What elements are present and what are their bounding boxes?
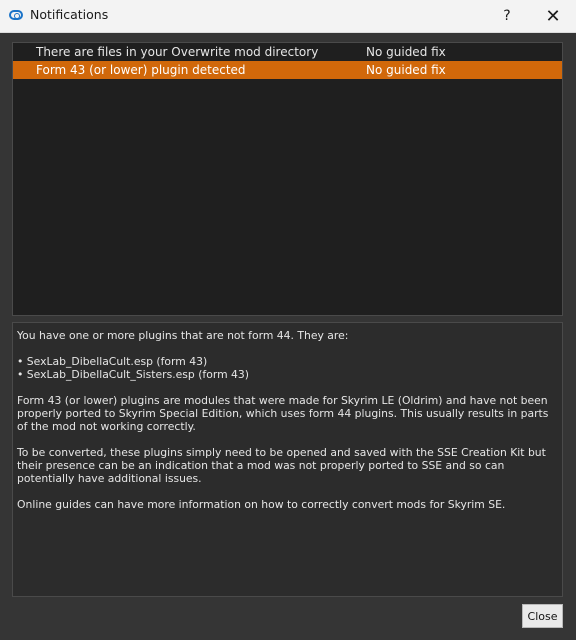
plugin-item: • SexLab_DibellaCult.esp (form 43): [17, 355, 208, 368]
notification-fix: No guided fix: [366, 63, 446, 77]
notifications-list[interactable]: There are files in your Overwrite mod di…: [12, 42, 563, 316]
plugin-item: • SexLab_DibellaCult_Sisters.esp (form 4…: [17, 368, 249, 381]
details-paragraph: Online guides can have more information …: [17, 498, 506, 511]
app-logo-icon: [9, 10, 23, 20]
help-button[interactable]: ?: [484, 0, 530, 32]
close-button[interactable]: Close: [522, 604, 563, 628]
notification-message: Form 43 (or lower) plugin detected: [36, 63, 246, 77]
details-paragraph: Form 43 (or lower) plugins are modules t…: [17, 394, 549, 433]
list-item-selected[interactable]: Form 43 (or lower) plugin detected No gu…: [13, 61, 562, 79]
notification-details: You have one or more plugins that are no…: [12, 322, 563, 597]
details-paragraph: To be converted, these plugins simply ne…: [17, 446, 546, 485]
notification-message: There are files in your Overwrite mod di…: [36, 45, 319, 59]
window-title: Notifications: [30, 7, 109, 22]
close-window-icon[interactable]: ✕: [530, 0, 576, 32]
list-item[interactable]: There are files in your Overwrite mod di…: [13, 43, 562, 61]
notifications-dialog: Notifications ? ✕ There are files in you…: [0, 0, 576, 640]
details-intro: You have one or more plugins that are no…: [17, 329, 349, 342]
notification-fix: No guided fix: [366, 45, 446, 59]
title-bar[interactable]: Notifications ? ✕: [0, 0, 576, 33]
